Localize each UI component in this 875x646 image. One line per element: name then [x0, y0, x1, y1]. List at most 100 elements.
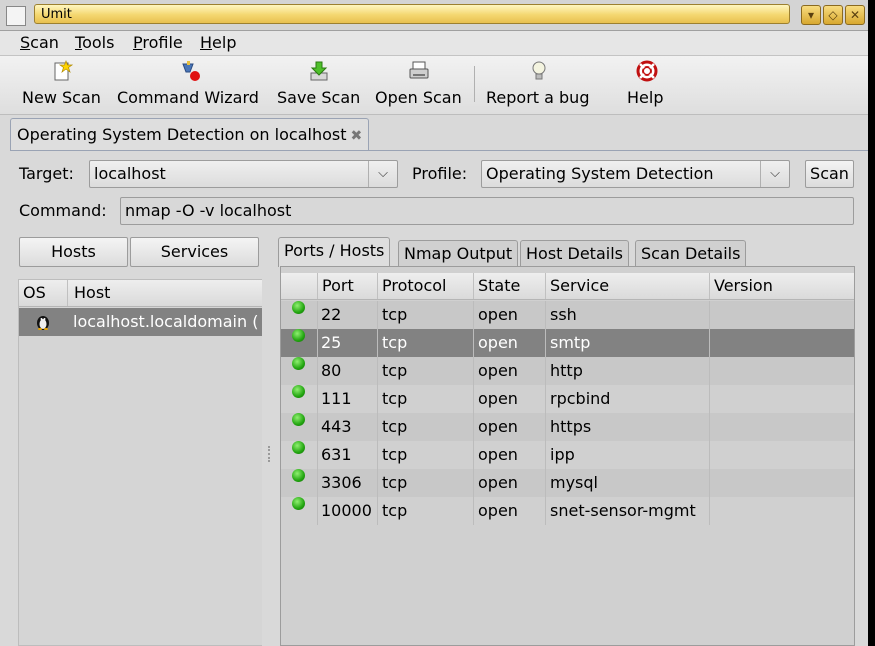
- lifebuoy-icon: [636, 60, 658, 82]
- printer-icon: [409, 61, 429, 79]
- title-bar: Umit ▾ ◇ ✕: [0, 0, 868, 31]
- toolbar: New Scan Command Wizard Save Scan Open S…: [0, 56, 868, 115]
- maximize-button[interactable]: ◇: [823, 5, 843, 25]
- window-menu-button[interactable]: [6, 6, 26, 26]
- cell-port: 3306: [321, 473, 362, 492]
- cell-state: open: [478, 417, 518, 436]
- close-button[interactable]: ✕: [845, 5, 865, 25]
- cell-state: open: [478, 305, 518, 324]
- host-row[interactable]: localhost.localdomain (: [19, 308, 262, 336]
- menu-help[interactable]: Help: [200, 33, 236, 52]
- close-tab-icon[interactable]: ✖: [350, 128, 362, 144]
- save-scan-button[interactable]: Save Scan: [277, 60, 361, 107]
- new-scan-button[interactable]: New Scan: [22, 60, 102, 107]
- scan-tabs: Operating System Detection on localhost ✖: [0, 114, 868, 150]
- chevron-down-icon[interactable]: ⌵: [760, 161, 789, 187]
- cell-protocol: tcp: [382, 333, 408, 352]
- cell-port: 25: [321, 333, 342, 352]
- minimize-icon: ▾: [807, 8, 815, 22]
- host-name: localhost.localdomain (: [73, 312, 259, 331]
- command-label: Command:: [19, 201, 107, 220]
- tab-scan-details[interactable]: Scan Details: [635, 240, 747, 267]
- open-scan-button[interactable]: Open Scan: [375, 60, 463, 107]
- table-row[interactable]: 10000 tcp open snet-sensor-mgmt: [281, 497, 854, 525]
- port-state-icon: [292, 497, 305, 510]
- lightbulb-icon: [532, 61, 546, 80]
- help-button[interactable]: Help: [627, 60, 667, 107]
- chevron-down-icon[interactable]: ⌵: [368, 161, 397, 187]
- wizard-icon: [182, 61, 200, 81]
- hosts-button[interactable]: Hosts: [19, 237, 128, 267]
- pane-splitter-handle[interactable]: [268, 446, 273, 462]
- new-document-icon: [54, 60, 73, 81]
- cell-state: open: [478, 445, 518, 464]
- cell-protocol: tcp: [382, 361, 408, 380]
- column-divider: [473, 301, 474, 525]
- port-state-icon: [292, 385, 305, 398]
- port-state-icon: [292, 357, 305, 370]
- port-state-icon: [292, 329, 305, 342]
- services-button[interactable]: Services: [130, 237, 259, 267]
- hosts-list: OS Host localhost.localdomain (: [18, 279, 262, 646]
- column-divider: [377, 301, 378, 525]
- cell-protocol: tcp: [382, 389, 408, 408]
- column-port[interactable]: Port: [317, 273, 377, 299]
- cell-protocol: tcp: [382, 445, 408, 464]
- target-label: Target:: [19, 164, 74, 183]
- table-row[interactable]: 443 tcp open https: [281, 413, 854, 441]
- column-service[interactable]: Service: [545, 273, 709, 299]
- column-host[interactable]: Host: [67, 280, 262, 306]
- tab-nmap-output[interactable]: Nmap Output: [398, 240, 519, 267]
- cell-protocol: tcp: [382, 417, 408, 436]
- cell-protocol: tcp: [382, 501, 408, 520]
- menu-scan[interactable]: Scan: [20, 33, 59, 52]
- profile-label: Profile:: [412, 164, 468, 183]
- cell-protocol: tcp: [382, 473, 408, 492]
- cell-state: open: [478, 361, 518, 380]
- cell-state: open: [478, 389, 518, 408]
- cell-protocol: tcp: [382, 305, 408, 324]
- column-state[interactable]: State: [473, 273, 545, 299]
- linux-penguin-icon: [37, 316, 49, 330]
- cell-service: mysql: [550, 473, 598, 492]
- profile-combo[interactable]: Operating System Detection ⌵: [481, 160, 790, 188]
- table-row[interactable]: 111 tcp open rpcbind: [281, 385, 854, 413]
- minimize-button[interactable]: ▾: [801, 5, 821, 25]
- tab-scan-os-detection[interactable]: Operating System Detection on localhost ✖: [10, 118, 370, 150]
- target-value: localhost: [94, 164, 166, 183]
- menu-profile[interactable]: Profile: [133, 33, 183, 52]
- command-field[interactable]: nmap -O -v localhost: [120, 197, 854, 225]
- hosts-list-header: OS Host: [19, 280, 262, 307]
- ports-table-header: Port Protocol State Service Version: [281, 273, 854, 300]
- column-divider: [709, 301, 710, 525]
- menu-tools[interactable]: Tools: [75, 33, 114, 52]
- command-wizard-button[interactable]: Command Wizard: [117, 60, 263, 107]
- cell-port: 443: [321, 417, 352, 436]
- target-combo[interactable]: localhost ⌵: [89, 160, 398, 188]
- report-bug-button[interactable]: Report a bug: [486, 60, 592, 107]
- cell-state: open: [478, 473, 518, 492]
- cell-service: smtp: [550, 333, 591, 352]
- column-os[interactable]: OS: [19, 280, 67, 306]
- cell-port: 22: [321, 305, 342, 324]
- table-row[interactable]: 80 tcp open http: [281, 357, 854, 385]
- window-title: Umit: [34, 4, 790, 24]
- table-row[interactable]: 25 tcp open smtp: [281, 329, 854, 357]
- scan-button[interactable]: Scan: [805, 160, 854, 188]
- cell-state: open: [478, 501, 518, 520]
- toolbar-separator: [474, 66, 475, 102]
- cell-service: snet-sensor-mgmt: [550, 501, 696, 520]
- table-row[interactable]: 3306 tcp open mysql: [281, 469, 854, 497]
- column-protocol[interactable]: Protocol: [377, 273, 473, 299]
- port-state-icon: [292, 441, 305, 454]
- table-row[interactable]: 631 tcp open ipp: [281, 441, 854, 469]
- table-row[interactable]: 22 tcp open ssh: [281, 301, 854, 329]
- app-window: Umit ▾ ◇ ✕ Scan Tools Profile Help New S…: [0, 0, 868, 646]
- column-version[interactable]: Version: [709, 273, 854, 299]
- ports-table: Port Protocol State Service Version 22 tc…: [280, 266, 855, 646]
- tab-ports-hosts[interactable]: Ports / Hosts: [278, 237, 391, 267]
- cell-service: ssh: [550, 305, 577, 324]
- tab-host-details[interactable]: Host Details: [520, 240, 629, 267]
- port-state-icon: [292, 469, 305, 482]
- cell-port: 111: [321, 389, 352, 408]
